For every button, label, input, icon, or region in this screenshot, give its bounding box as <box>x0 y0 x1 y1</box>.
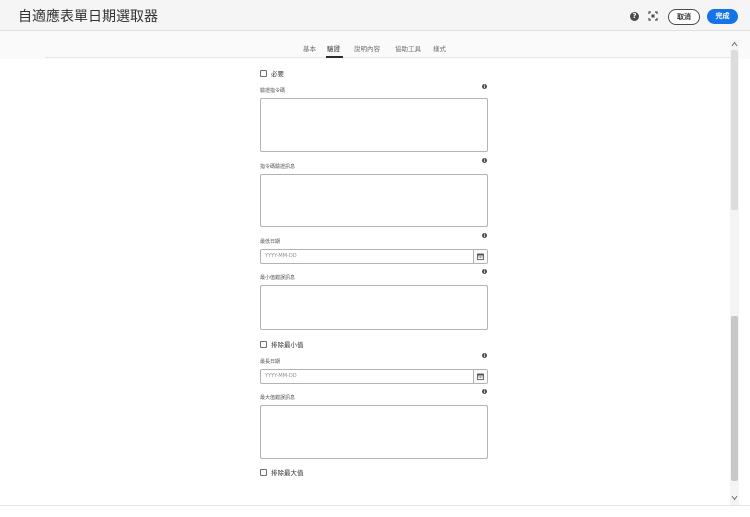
info-icon[interactable]: i <box>482 389 487 394</box>
calendar-icon <box>477 373 484 380</box>
info-icon[interactable]: i <box>482 84 487 89</box>
info-icon[interactable]: i <box>482 158 487 163</box>
exclude-max-checkbox[interactable] <box>260 469 267 476</box>
validation-script-label: 驗證指令碼 <box>260 88 286 94</box>
min-date-field[interactable]: YYYY-MM-DD <box>260 249 488 264</box>
required-label: 必要 <box>271 70 284 78</box>
tab-validation[interactable]: 驗證 <box>327 43 340 53</box>
page-title: 自適應表單日期選取器 <box>18 9 158 25</box>
footer-divider <box>0 505 750 506</box>
tab-accessibility[interactable]: 協助工具 <box>395 43 421 53</box>
max-date-label: 最長日期 <box>260 359 281 365</box>
max-date-input[interactable]: YYYY-MM-DD <box>265 373 297 379</box>
info-icon[interactable]: i <box>482 233 487 238</box>
max-date-calendar-button[interactable] <box>473 370 487 383</box>
required-message-label: 指令碼驗證訊息 <box>260 164 296 170</box>
tab-styling[interactable]: 樣式 <box>433 43 446 53</box>
cancel-button[interactable]: 取消 <box>668 9 700 25</box>
tab-help-content[interactable]: 說明內容 <box>354 43 380 53</box>
calendar-icon <box>477 253 484 260</box>
min-error-message-textarea[interactable] <box>260 285 488 330</box>
min-date-input[interactable]: YYYY-MM-DD <box>265 253 297 259</box>
tab-list: 基本 驗證 說明內容 協助工具 樣式 <box>0 43 750 57</box>
fullscreen-icon[interactable] <box>648 11 658 21</box>
validation-script-textarea[interactable] <box>260 98 488 152</box>
max-error-message-textarea[interactable] <box>260 405 488 459</box>
min-date-label: 最低日期 <box>260 239 281 245</box>
active-tab-indicator <box>326 56 343 58</box>
max-date-message-label: 最大值錯誤訊息 <box>260 395 296 401</box>
scroll-up-icon[interactable] <box>731 41 738 47</box>
help-icon[interactable]: ? <box>630 12 639 21</box>
max-date-field[interactable]: YYYY-MM-DD <box>260 369 488 384</box>
dialog-header: 自適應表單日期選取器 ? 取消 完成 <box>0 0 750 31</box>
script-validation-message-textarea[interactable] <box>260 174 488 227</box>
scrollbar-thumb[interactable] <box>731 316 738 481</box>
done-button[interactable]: 完成 <box>707 9 738 24</box>
required-checkbox[interactable] <box>260 70 267 77</box>
exclude-min-label: 排除最小值 <box>271 341 304 349</box>
tab-basic[interactable]: 基本 <box>303 43 316 53</box>
min-date-calendar-button[interactable] <box>473 250 487 263</box>
exclude-max-label: 排除最大值 <box>271 469 304 477</box>
min-date-message-label: 最小值錯誤訊息 <box>260 275 296 281</box>
scroll-down-icon[interactable] <box>731 495 738 501</box>
tab-divider <box>45 57 730 58</box>
info-icon[interactable]: i <box>482 353 487 358</box>
info-icon[interactable]: i <box>482 269 487 274</box>
exclude-min-checkbox[interactable] <box>260 341 267 348</box>
scrollbar-region-upper[interactable] <box>731 50 738 210</box>
